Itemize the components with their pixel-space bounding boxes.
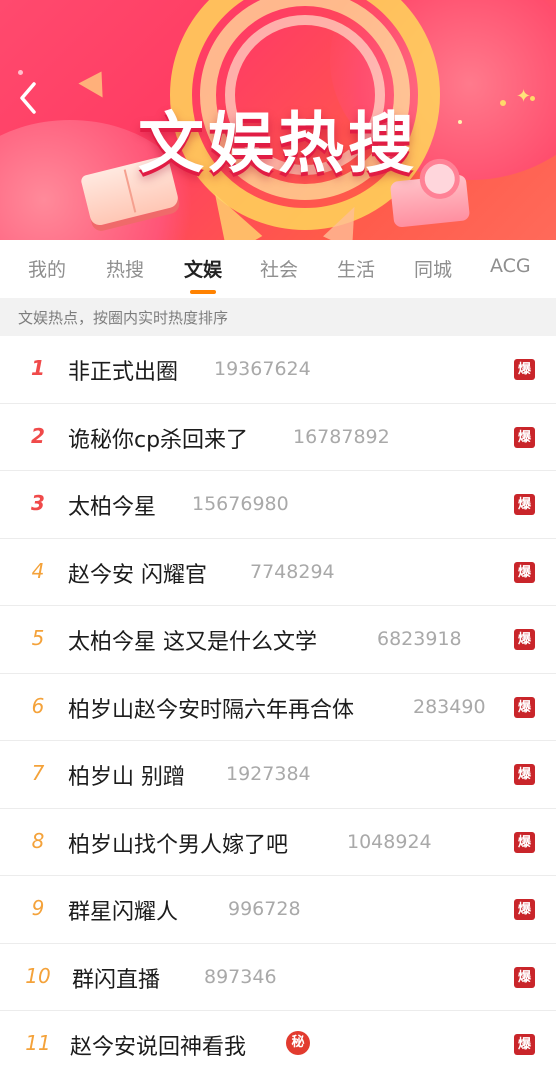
heat-count: 897346 [204, 965, 277, 988]
heat-count: 16787892 [293, 425, 390, 448]
item-title: 诡秘你cp杀回来了 [68, 427, 249, 453]
hot-badge: 爆 [514, 561, 535, 583]
rank-number: 4 [31, 558, 45, 583]
heat-count: 19367624 [214, 358, 311, 380]
hot-badge: 爆 [514, 359, 535, 380]
item-title: 群星闪耀人 [68, 900, 179, 925]
rank-number: 2 [31, 423, 45, 448]
heat-count: 6823918 [377, 628, 462, 650]
hot-badge: 爆 [514, 426, 535, 448]
heat-count: 15676980 [192, 493, 289, 515]
item-title: 柏岁山找个男人嫁了吧 [68, 832, 289, 858]
hot-badge: 爆 [514, 494, 535, 515]
list-item[interactable]: 8 柏岁山找个男人嫁了吧 1048924 爆 [0, 809, 556, 876]
rank-number: 6 [31, 693, 45, 718]
list-item[interactable]: 5 太柏今星 这又是什么文学 6823918 爆 [0, 606, 556, 674]
page-title: 文娱热搜 [138, 105, 418, 182]
list-item[interactable]: 3 太柏今星 15676980 爆 [0, 471, 556, 539]
list-item[interactable]: 9 群星闪耀人 996728 爆 [0, 876, 556, 944]
hot-badge: 爆 [514, 629, 535, 650]
item-title: 太柏今星 [68, 495, 157, 520]
rank-number: 5 [31, 626, 45, 650]
item-title: 太柏今星 这又是什么文学 [68, 630, 317, 655]
item-title: 赵今安 闪耀官 [68, 562, 207, 588]
tab-entertainment[interactable]: 文娱 [184, 255, 222, 282]
active-tab-indicator [190, 290, 216, 294]
item-title: 柏岁山赵今安时隔六年再合体 [68, 697, 355, 723]
info-text: 文娱热点，按圈内实时热度排序 [18, 309, 229, 327]
tab-life[interactable]: 生活 [337, 255, 375, 282]
item-title: 群闪直播 [72, 967, 161, 993]
item-title: 赵今安说回神看我 [70, 1035, 247, 1060]
list-item[interactable]: 4 赵今安 闪耀官 7748294 爆 [0, 539, 556, 606]
rank-number: 7 [31, 761, 45, 785]
hot-badge: 爆 [514, 899, 535, 920]
heat-count: 1927384 [226, 763, 311, 785]
rank-number: 9 [31, 896, 45, 920]
heat-count: 283490 [413, 695, 486, 718]
list-item[interactable]: 10 群闪直播 897346 爆 [0, 944, 556, 1011]
item-title: 非正式出圈 [68, 360, 179, 385]
rank-number: 10 [25, 963, 51, 988]
rank-number: 8 [31, 828, 45, 853]
list-item[interactable]: 6 柏岁山赵今安时隔六年再合体 283490 爆 [0, 674, 556, 741]
heat-count: 996728 [228, 898, 301, 920]
hot-badge: 爆 [514, 831, 535, 853]
tab-mine[interactable]: 我的 [28, 255, 66, 282]
list-item[interactable]: 2 诡秘你cp杀回来了 16787892 爆 [0, 404, 556, 471]
hot-badge: 爆 [514, 764, 535, 785]
tab-society[interactable]: 社会 [260, 255, 298, 282]
rank-number: 11 [25, 1031, 51, 1055]
list-item[interactable]: 11 赵今安说回神看我 秘 爆 [0, 1011, 556, 1079]
heat-count: 7748294 [250, 560, 335, 583]
hot-badge: 爆 [514, 966, 535, 988]
header-banner: ✦ 文娱热搜 [0, 0, 556, 240]
item-title: 柏岁山 别蹭 [68, 765, 185, 790]
hot-search-list: 1 非正式出圈 19367624 爆 2 诡秘你cp杀回来了 16787892 … [0, 336, 556, 1079]
rank-number: 3 [31, 491, 45, 515]
list-item[interactable]: 7 柏岁山 别蹭 1927384 爆 [0, 741, 556, 809]
category-tabs: 我的 热搜 文娱 社会 生活 同城 ACG [0, 240, 556, 298]
heat-count: 1048924 [347, 830, 432, 853]
hot-badge: 爆 [514, 696, 535, 718]
tab-acg[interactable]: ACG [490, 255, 531, 277]
tab-local[interactable]: 同城 [414, 255, 452, 282]
info-bar: 文娱热点，按圈内实时热度排序 [0, 298, 556, 336]
banner-decoration [18, 70, 23, 75]
rank-number: 1 [31, 356, 45, 380]
tab-hot-search[interactable]: 热搜 [106, 255, 144, 282]
secret-tag: 秘 [286, 1031, 310, 1055]
list-item[interactable]: 1 非正式出圈 19367624 爆 [0, 336, 556, 404]
hot-badge: 爆 [514, 1034, 535, 1055]
